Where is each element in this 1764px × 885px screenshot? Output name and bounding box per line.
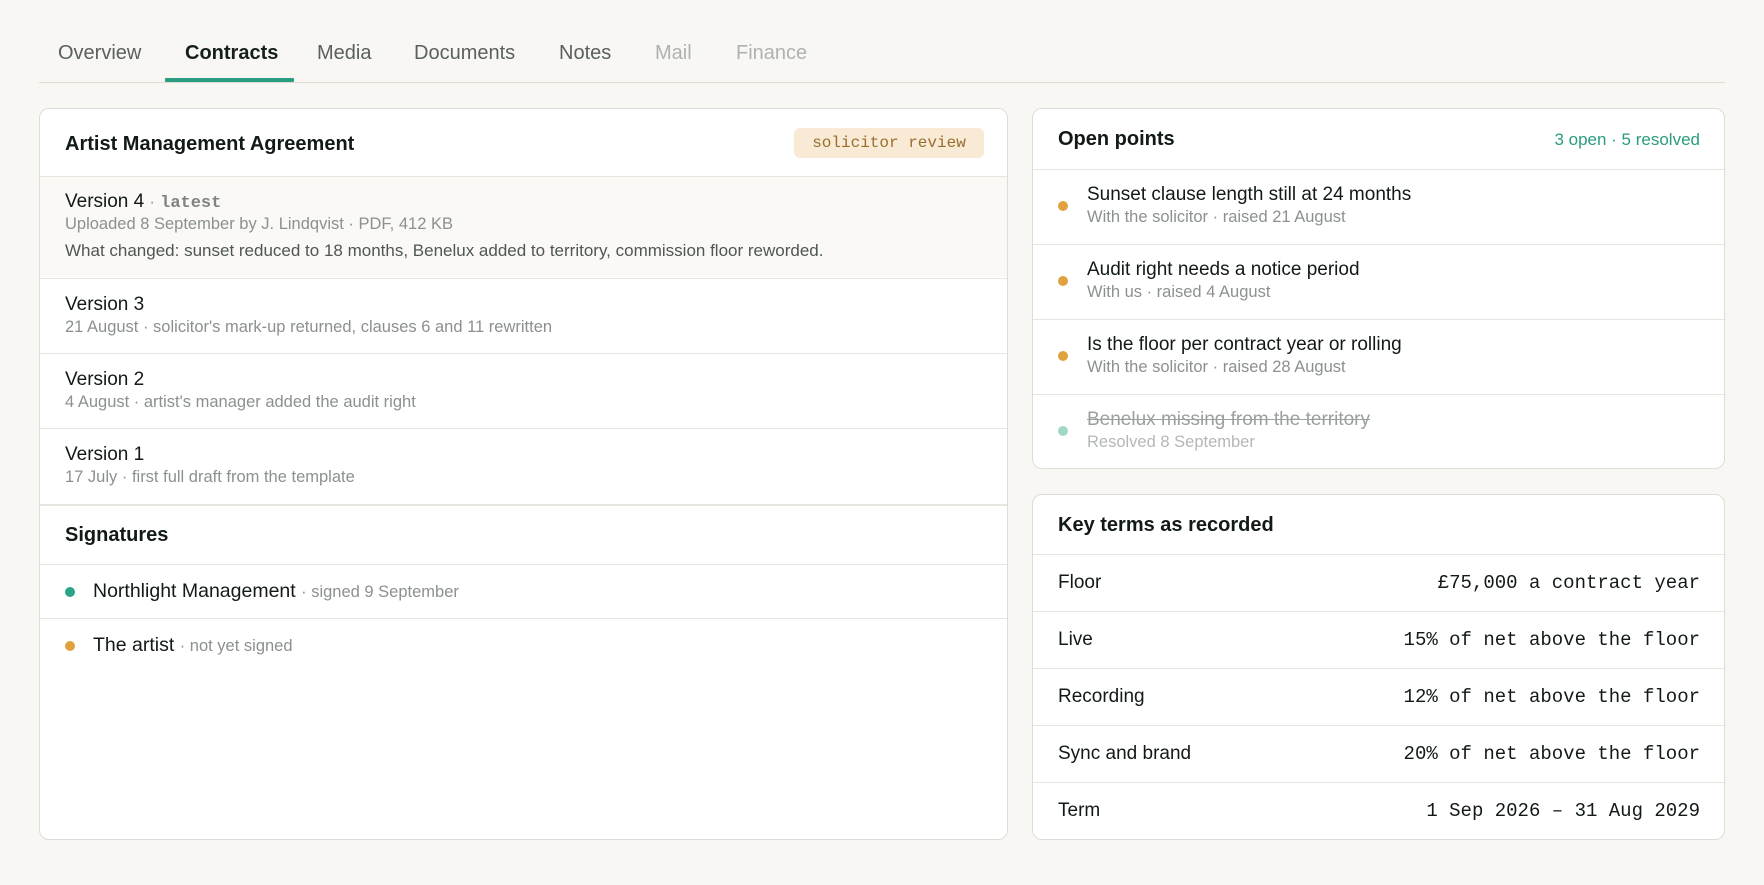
- version-title: Version 2: [65, 369, 145, 390]
- signature-status: · not yet signed: [179, 637, 293, 655]
- open-point-item-resolved[interactable]: Benelux missing from the territory Resol…: [1033, 395, 1724, 468]
- signed-status-dot: [65, 587, 75, 597]
- open-point-item[interactable]: Audit right needs a notice period With u…: [1033, 245, 1724, 319]
- term-row: Floor £75,000 a contract year: [1033, 555, 1724, 612]
- version-item-4[interactable]: Version 4 · latest Uploaded 8 September …: [40, 177, 1007, 277]
- tab-contracts[interactable]: Contracts: [185, 42, 278, 65]
- term-row: Sync and brand 20% of net above the floo…: [1033, 726, 1724, 783]
- version-meta: Uploaded 8 September by J. Lindqvist · P…: [65, 215, 453, 233]
- version-title: Version 4 · latest: [65, 191, 222, 213]
- open-point-meta: Resolved 8 September: [1087, 433, 1255, 451]
- term-value: 12% of net above the floor: [1403, 686, 1700, 708]
- open-point-item[interactable]: Is the floor per contract year or rollin…: [1033, 320, 1724, 394]
- version-title: Version 3: [65, 294, 145, 315]
- tab-mail: Mail: [655, 42, 692, 64]
- active-tab-indicator: [165, 78, 294, 82]
- key-terms-card: Key terms as recorded Floor £75,000 a co…: [1032, 494, 1725, 840]
- term-row: Term 1 Sep 2026 – 31 Aug 2029: [1033, 783, 1724, 839]
- version-item-1[interactable]: Version 1 17 July · first full draft fro…: [40, 429, 1007, 503]
- open-point-title: Benelux missing from the territory: [1087, 409, 1370, 430]
- term-value: 1 Sep 2026 – 31 Aug 2029: [1426, 800, 1700, 822]
- term-value: £75,000 a contract year: [1437, 572, 1700, 594]
- open-points-card: Open points 3 open · 5 resolved Sunset c…: [1032, 108, 1725, 469]
- tab-finance: Finance: [736, 42, 808, 64]
- signatory-name: The artist: [93, 634, 175, 656]
- open-point-title: Audit right needs a notice period: [1087, 259, 1360, 280]
- term-label: Floor: [1058, 572, 1102, 593]
- status-dot: [1058, 201, 1068, 211]
- open-points-summary: 3 open · 5 resolved: [1554, 130, 1700, 149]
- term-row: Live 15% of net above the floor: [1033, 612, 1724, 669]
- term-value: 20% of net above the floor: [1403, 743, 1700, 765]
- version-item-3[interactable]: Version 3 21 August · solicitor's mark-u…: [40, 279, 1007, 353]
- tab-documents[interactable]: Documents: [414, 42, 515, 65]
- term-label: Recording: [1058, 686, 1145, 707]
- signatures-title: Signatures: [65, 524, 169, 546]
- contract-title: Artist Management Agreement: [65, 133, 355, 155]
- open-point-title: Sunset clause length still at 24 months: [1087, 184, 1412, 205]
- tab-overview[interactable]: Overview: [58, 42, 141, 65]
- open-point-title: Is the floor per contract year or rollin…: [1087, 334, 1402, 355]
- tab-notes[interactable]: Notes: [559, 42, 611, 65]
- open-point-meta: With us · raised 4 August: [1087, 283, 1271, 301]
- version-changes: What changed: sunset reduced to 18 month…: [65, 241, 824, 260]
- version-meta: 17 July · first full draft from the temp…: [65, 468, 355, 486]
- status-badge: solicitor review: [794, 128, 984, 158]
- version-meta: 21 August · solicitor's mark-up returned…: [65, 318, 553, 336]
- status-dot: [1058, 426, 1068, 436]
- open-point-item[interactable]: Sunset clause length still at 24 months …: [1033, 170, 1724, 244]
- term-value: 15% of net above the floor: [1403, 629, 1700, 651]
- key-terms-title: Key terms as recorded: [1058, 514, 1274, 536]
- term-label: Sync and brand: [1058, 743, 1192, 764]
- version-meta: 4 August · artist's manager added the au…: [65, 393, 416, 411]
- status-dot: [1058, 276, 1068, 286]
- status-dot: [1058, 351, 1068, 361]
- signatory-name: Northlight Management: [93, 580, 296, 602]
- signature-status: · signed 9 September: [301, 583, 459, 601]
- open-point-meta: With the solicitor · raised 21 August: [1087, 208, 1346, 226]
- term-label: Live: [1058, 629, 1093, 650]
- tab-media[interactable]: Media: [317, 42, 371, 65]
- tab-bar: Overview Contracts Media Documents Notes…: [39, 0, 1725, 83]
- term-label: Term: [1058, 800, 1101, 821]
- divider: [40, 504, 1007, 506]
- open-point-meta: With the solicitor · raised 28 August: [1087, 358, 1346, 376]
- signature-row: Northlight Management · signed 9 Septemb…: [40, 565, 1007, 618]
- contract-card: Artist Management Agreement solicitor re…: [39, 108, 1008, 840]
- pending-status-dot: [65, 641, 75, 651]
- version-title: Version 1: [65, 444, 145, 465]
- open-points-title: Open points: [1058, 128, 1175, 150]
- version-item-2[interactable]: Version 2 4 August · artist's manager ad…: [40, 354, 1007, 428]
- signature-row: The artist · not yet signed: [40, 619, 1007, 672]
- latest-tag: latest: [160, 194, 222, 213]
- term-row: Recording 12% of net above the floor: [1033, 669, 1724, 726]
